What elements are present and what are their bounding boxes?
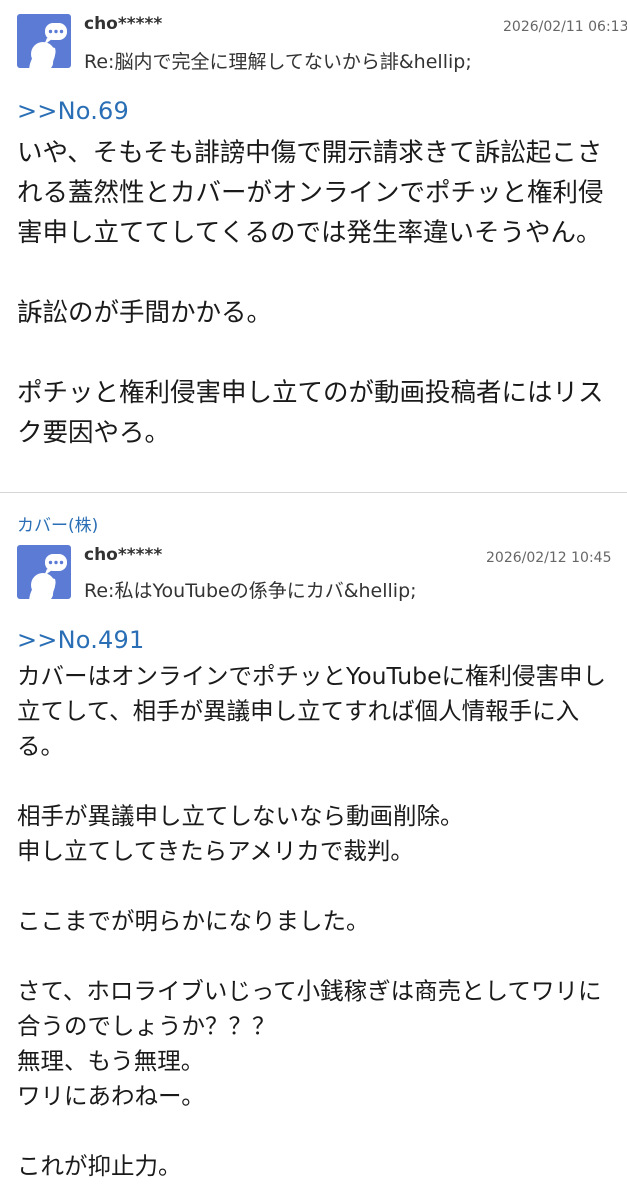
username[interactable]: cho*****: [84, 545, 162, 565]
post-title[interactable]: Re:脳内で完全に理解してないから誹&hellip;: [84, 47, 472, 74]
username[interactable]: cho*****: [84, 14, 162, 34]
chat-bubble-icon: [29, 554, 67, 599]
avatar[interactable]: [17, 14, 71, 68]
reply-anchor-link[interactable]: >>No.491: [17, 626, 144, 654]
post-body: カバーはオンラインでポチッとYouTubeに権利侵害申し立てして、相手が異議申し…: [17, 662, 607, 1180]
post-date: 2026/02/12 10:45: [486, 550, 612, 566]
chat-bubble-icon: [29, 23, 67, 68]
post-body: いや、そもそも誹謗中傷で開示請求きて訴訟起こされる蓋然性とカバーがオンラインでポ…: [17, 138, 604, 448]
avatar[interactable]: [17, 545, 71, 599]
post-divider: [0, 492, 627, 493]
post-date: 2026/02/11 06:13: [503, 19, 627, 35]
stock-name-link[interactable]: カバー(株): [17, 511, 98, 536]
reply-anchor-link[interactable]: >>No.69: [17, 97, 129, 125]
post-title[interactable]: Re:私はYouTubeの係争にカバ&hellip;: [84, 576, 417, 603]
